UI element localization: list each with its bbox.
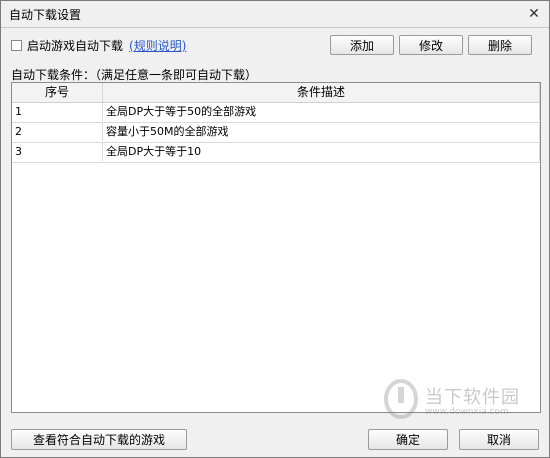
rules-link[interactable]: (规则说明) [129,37,186,54]
row-index: 3 [12,143,103,161]
row-description: 全局DP大于等于50的全部游戏 [103,103,540,121]
table-header: 序号 条件描述 [12,83,540,103]
row-description: 全局DP大于等于10 [103,143,540,161]
watermark-text: 当下软件园 [425,387,520,408]
conditions-label: 自动下载条件：（满足任意一条即可自动下载） [11,68,258,82]
delete-button[interactable]: 删除 [468,35,532,55]
close-button[interactable]: ✕ [519,1,549,27]
table-row[interactable]: 2 容量小于50M的全部游戏 [12,123,540,143]
auto-download-settings-dialog: 自动下载设置 ✕ 启动游戏自动下载 (规则说明) 添加 修改 删除 自动下载条件… [0,0,550,458]
column-header-index[interactable]: 序号 [12,83,103,102]
auto-download-option: 启动游戏自动下载 (规则说明) [11,37,186,54]
dialog-title: 自动下载设置 [9,8,82,22]
title-bar: 自动下载设置 ✕ [1,1,549,28]
column-header-description[interactable]: 条件描述 [103,83,540,102]
watermark-url: www.downxia.com [425,407,509,417]
row-description: 容量小于50M的全部游戏 [103,123,540,141]
table-row[interactable]: 1 全局DP大于等于50的全部游戏 [12,103,540,123]
auto-download-checkbox-label[interactable]: 启动游戏自动下载 [27,37,123,54]
edit-button[interactable]: 修改 [399,35,463,55]
watermark: 当下软件园 www.downxia.com [381,377,531,427]
close-icon: ✕ [528,6,540,22]
auto-download-checkbox[interactable] [11,39,22,51]
watermark-logo-icon [384,379,418,419]
row-index: 1 [12,103,103,121]
cancel-button[interactable]: 取消 [459,429,539,450]
conditions-table[interactable]: 序号 条件描述 1 全局DP大于等于50的全部游戏 2 容量小于50M的全部游戏… [11,82,541,413]
add-button[interactable]: 添加 [330,35,394,55]
view-matching-games-button[interactable]: 查看符合自动下载的游戏 [11,429,187,450]
row-index: 2 [12,123,103,141]
table-row[interactable]: 3 全局DP大于等于10 [12,143,540,163]
ok-button[interactable]: 确定 [368,429,448,450]
